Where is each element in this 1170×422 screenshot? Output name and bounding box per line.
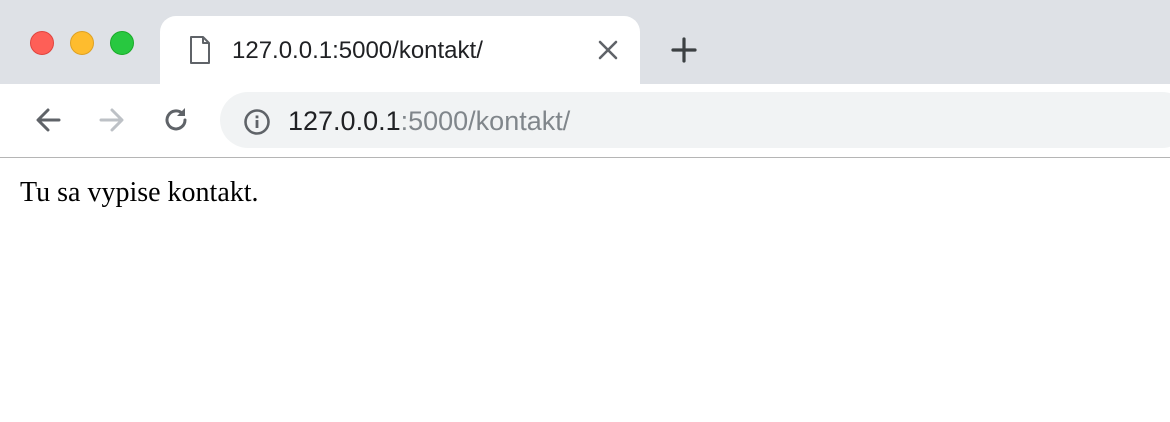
close-tab-icon[interactable] (596, 38, 620, 62)
page-body-text: Tu sa vypise kontakt. (20, 177, 259, 208)
info-icon[interactable] (243, 108, 271, 136)
address-bar[interactable]: 127.0.0.1:5000/kontakt/ (220, 92, 1170, 148)
tab-bar: 127.0.0.1:5000/kontakt/ (0, 0, 1170, 84)
window-minimize-button[interactable] (70, 31, 94, 55)
document-icon (190, 36, 210, 64)
forward-arrow-icon[interactable] (96, 104, 128, 136)
reload-icon[interactable] (160, 104, 192, 136)
browser-toolbar: 127.0.0.1:5000/kontakt/ (0, 84, 1170, 158)
tab-title: 127.0.0.1:5000/kontakt/ (232, 37, 483, 64)
url-text[interactable]: 127.0.0.1:5000/kontakt/ (288, 105, 570, 137)
url-path: :5000/kontakt/ (400, 106, 571, 136)
back-arrow-icon[interactable] (32, 104, 64, 136)
window-close-button[interactable] (30, 31, 54, 55)
url-host: 127.0.0.1 (288, 106, 401, 136)
new-tab-icon[interactable] (668, 34, 700, 66)
window-maximize-button[interactable] (110, 31, 134, 55)
active-tab[interactable]: 127.0.0.1:5000/kontakt/ (160, 16, 640, 84)
